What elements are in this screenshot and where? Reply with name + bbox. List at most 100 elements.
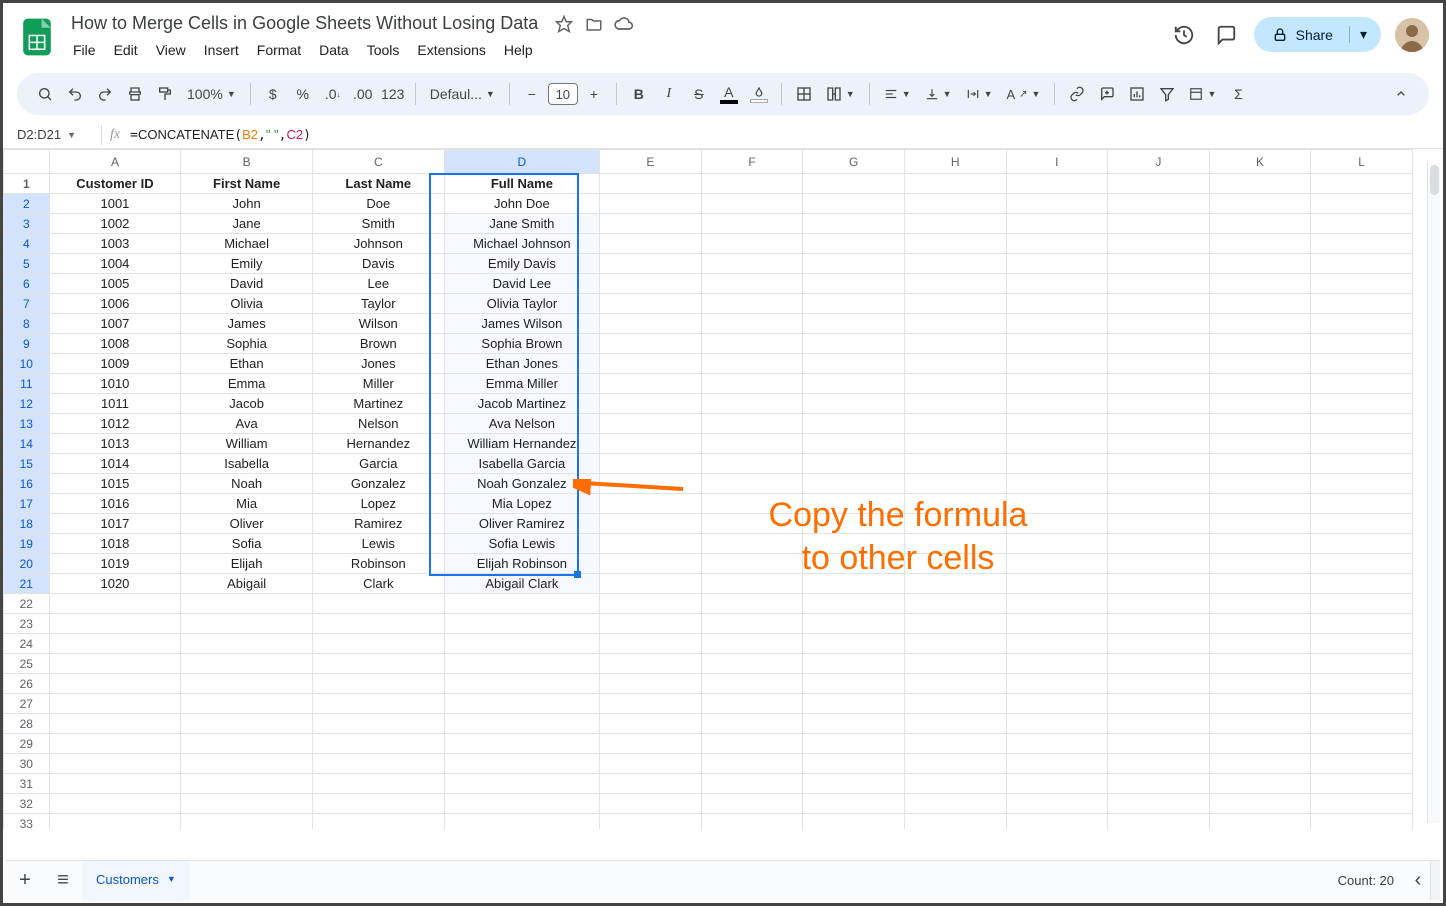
cell[interactable] xyxy=(803,814,905,830)
cell[interactable] xyxy=(1006,674,1108,694)
strikethrough-icon[interactable]: S xyxy=(685,80,713,108)
cell[interactable] xyxy=(600,674,702,694)
cell[interactable] xyxy=(181,634,313,654)
cell[interactable] xyxy=(701,814,803,830)
cell[interactable] xyxy=(1209,214,1311,234)
row-header[interactable]: 6 xyxy=(4,274,50,294)
cell[interactable]: Nelson xyxy=(312,414,444,434)
cell[interactable] xyxy=(1209,774,1311,794)
cell[interactable]: Wilson xyxy=(312,314,444,334)
cell[interactable] xyxy=(1108,574,1210,594)
cell[interactable] xyxy=(904,614,1006,634)
cell[interactable] xyxy=(701,374,803,394)
cell[interactable] xyxy=(701,394,803,414)
cell[interactable] xyxy=(1108,354,1210,374)
cell[interactable] xyxy=(600,574,702,594)
horizontal-align-icon[interactable]: ▼ xyxy=(878,80,917,108)
cell[interactable] xyxy=(904,194,1006,214)
cell[interactable] xyxy=(1311,294,1413,314)
cell[interactable] xyxy=(1311,714,1413,734)
cell[interactable] xyxy=(1311,514,1413,534)
cell[interactable]: Ava xyxy=(181,414,313,434)
cell[interactable] xyxy=(1006,354,1108,374)
cell[interactable] xyxy=(444,634,600,654)
cell[interactable] xyxy=(1209,494,1311,514)
cell[interactable] xyxy=(904,674,1006,694)
cell[interactable] xyxy=(1006,534,1108,554)
cell[interactable] xyxy=(904,794,1006,814)
cell[interactable] xyxy=(1006,514,1108,534)
cell[interactable] xyxy=(444,674,600,694)
cell[interactable] xyxy=(904,334,1006,354)
cell[interactable] xyxy=(1209,374,1311,394)
cell[interactable]: 1012 xyxy=(49,414,181,434)
cell[interactable] xyxy=(312,634,444,654)
col-header-I[interactable]: I xyxy=(1006,150,1108,174)
cell[interactable] xyxy=(1209,314,1311,334)
cell[interactable] xyxy=(600,434,702,454)
cell[interactable] xyxy=(600,314,702,334)
cell[interactable]: Sofia Lewis xyxy=(444,534,600,554)
cell[interactable] xyxy=(904,474,1006,494)
cell[interactable] xyxy=(1209,474,1311,494)
cell[interactable]: Lewis xyxy=(312,534,444,554)
cell[interactable] xyxy=(444,794,600,814)
menu-format[interactable]: Format xyxy=(249,38,309,62)
sheet-tab-customers[interactable]: Customers ▼ xyxy=(82,861,190,901)
cell[interactable]: 1004 xyxy=(49,254,181,274)
text-rotation-icon[interactable]: A↗▼ xyxy=(1000,80,1046,108)
cell[interactable]: John xyxy=(181,194,313,214)
cell[interactable] xyxy=(1108,214,1210,234)
percent-icon[interactable]: % xyxy=(289,80,317,108)
cell[interactable] xyxy=(701,554,803,574)
cell[interactable]: William xyxy=(181,434,313,454)
cell[interactable] xyxy=(1108,374,1210,394)
row-header[interactable]: 30 xyxy=(4,754,50,774)
cell[interactable] xyxy=(904,534,1006,554)
borders-icon[interactable] xyxy=(790,80,818,108)
cell[interactable] xyxy=(803,574,905,594)
cell[interactable]: Johnson xyxy=(312,234,444,254)
cell[interactable] xyxy=(1006,574,1108,594)
row-header[interactable]: 13 xyxy=(4,414,50,434)
cell[interactable] xyxy=(49,594,181,614)
cell[interactable] xyxy=(701,654,803,674)
cell[interactable] xyxy=(1311,634,1413,654)
row-header[interactable]: 10 xyxy=(4,354,50,374)
cell[interactable] xyxy=(904,254,1006,274)
cell[interactable] xyxy=(49,774,181,794)
text-color-icon[interactable]: A xyxy=(715,84,743,104)
cell[interactable] xyxy=(49,614,181,634)
cell[interactable] xyxy=(600,794,702,814)
cell[interactable] xyxy=(1209,514,1311,534)
cell[interactable] xyxy=(600,534,702,554)
cell[interactable]: Miller xyxy=(312,374,444,394)
row-header[interactable]: 18 xyxy=(4,514,50,534)
cell[interactable] xyxy=(803,734,905,754)
currency-icon[interactable]: $ xyxy=(259,80,287,108)
cell[interactable]: 1015 xyxy=(49,474,181,494)
cell[interactable] xyxy=(1209,754,1311,774)
cell[interactable] xyxy=(600,694,702,714)
cell[interactable] xyxy=(1209,654,1311,674)
cell[interactable] xyxy=(312,734,444,754)
cell[interactable]: Oliver Ramirez xyxy=(444,514,600,534)
cell[interactable] xyxy=(701,274,803,294)
cell[interactable] xyxy=(600,334,702,354)
cell[interactable] xyxy=(803,654,905,674)
cell[interactable]: 1013 xyxy=(49,434,181,454)
cell[interactable] xyxy=(1108,614,1210,634)
cell[interactable] xyxy=(600,234,702,254)
cell[interactable] xyxy=(904,374,1006,394)
cell[interactable] xyxy=(1108,794,1210,814)
cell[interactable] xyxy=(444,654,600,674)
cell[interactable]: Smith xyxy=(312,214,444,234)
cell[interactable] xyxy=(1311,734,1413,754)
cell[interactable] xyxy=(312,614,444,634)
cell[interactable] xyxy=(803,374,905,394)
cell[interactable] xyxy=(600,654,702,674)
cell[interactable] xyxy=(1006,814,1108,830)
cell[interactable]: John Doe xyxy=(444,194,600,214)
cell[interactable] xyxy=(312,774,444,794)
cell[interactable]: David xyxy=(181,274,313,294)
